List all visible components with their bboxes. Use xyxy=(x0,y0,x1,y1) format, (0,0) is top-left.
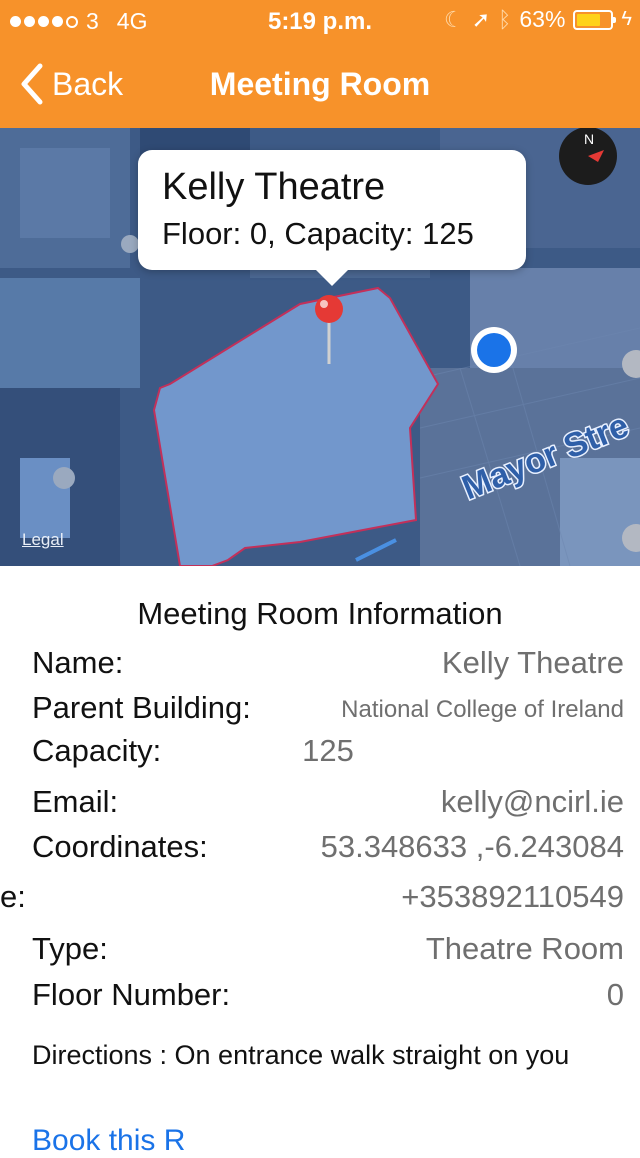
legal-link[interactable]: Legal xyxy=(22,530,64,550)
location-arrow-icon: ➚ xyxy=(471,6,491,32)
info-row-email: Email: kelly@ncirl.ie xyxy=(32,784,624,828)
svg-text:N: N xyxy=(584,131,594,147)
phone-value[interactable]: +353892110549 xyxy=(401,879,624,915)
battery-icon xyxy=(573,9,617,30)
map-callout[interactable]: Kelly Theatre Floor: 0, Capacity: 125 xyxy=(138,150,526,286)
email-value[interactable]: kelly@ncirl.ie xyxy=(441,784,624,820)
status-bar: 3 4G 5:19 p.m. ☾ ➚ ᛒ 63% ϟ xyxy=(0,0,640,40)
map-view[interactable]: Mayor Stre N Kelly Theatre Floor: 0, Cap… xyxy=(0,128,640,566)
type-value: Theatre Room xyxy=(425,931,624,966)
email-label: Email: xyxy=(32,784,119,819)
coordinates-value: 53.348633 ,-6.243084 xyxy=(320,829,624,864)
charging-icon: ϟ xyxy=(621,8,632,30)
parent-building-label: Parent Building: xyxy=(32,690,251,725)
floor-number-value: 0 xyxy=(606,977,624,1012)
info-row-coordinates: Coordinates: 53.348633 ,-6.243084 xyxy=(32,829,624,873)
top-bar: 3 4G 5:19 p.m. ☾ ➚ ᛒ 63% ϟ Back Meeting … xyxy=(0,0,640,128)
info-row-type: Type: Theatre Room xyxy=(32,931,624,975)
map-pin-icon[interactable] xyxy=(312,292,346,372)
info-row-capacity: Capacity: 125 xyxy=(32,733,624,777)
navigation-bar: Back Meeting Room xyxy=(0,40,640,128)
callout-title: Kelly Theatre xyxy=(162,166,386,208)
capacity-value: 125 xyxy=(302,733,354,768)
book-room-link[interactable]: Book this R xyxy=(32,1124,185,1158)
name-label: Name: xyxy=(32,645,124,680)
section-title: Meeting Room Information xyxy=(137,596,503,631)
parent-building-value: National College of Ireland xyxy=(341,696,624,723)
directions-text: Directions : On entrance walk straight o… xyxy=(32,1040,570,1070)
bluetooth-icon: ᛒ xyxy=(498,6,512,32)
battery-percent: 63% xyxy=(519,6,566,32)
callout-subtitle: Floor: 0, Capacity: 125 xyxy=(162,216,474,251)
info-row-phone: e: +353892110549 xyxy=(0,879,624,923)
coordinates-label: Coordinates: xyxy=(32,829,208,864)
status-right: ☾ ➚ ᛒ 63% ϟ xyxy=(444,6,632,33)
phone-label: e: xyxy=(0,879,26,914)
moon-icon: ☾ xyxy=(443,6,464,32)
compass-icon[interactable]: N xyxy=(558,128,618,186)
type-label: Type: xyxy=(32,931,108,966)
info-row-parent-building: Parent Building: National College of Ire… xyxy=(32,690,624,734)
info-row-name: Name: Kelly Theatre xyxy=(32,645,624,689)
floor-number-label: Floor Number: xyxy=(32,977,231,1012)
current-location-icon xyxy=(471,327,517,373)
info-row-floor-number: Floor Number: 0 xyxy=(32,977,624,1021)
page-title: Meeting Room xyxy=(209,66,431,102)
name-value: Kelly Theatre xyxy=(441,645,624,680)
